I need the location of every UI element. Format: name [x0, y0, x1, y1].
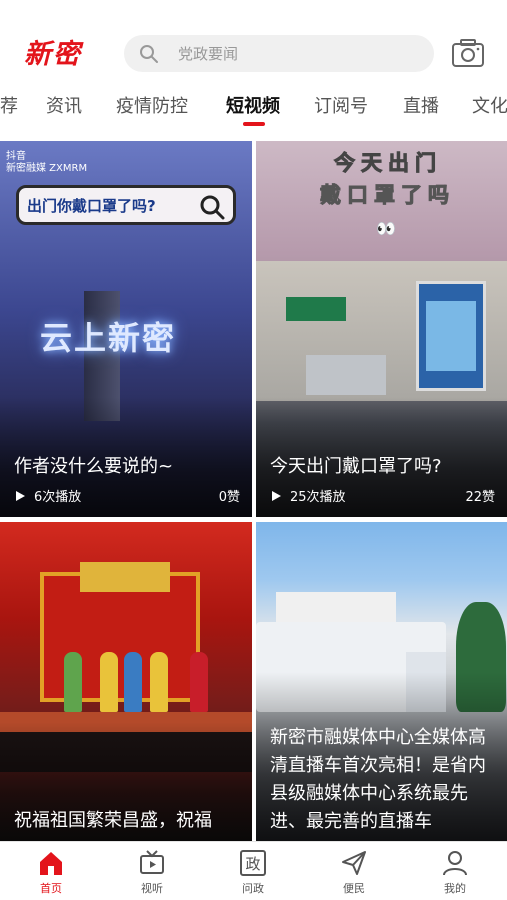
nav-watch[interactable]: 视听 — [122, 848, 182, 896]
channel-tabs: 荐 资讯 疫情防控 短视频 订阅号 直播 文化 — [0, 88, 507, 130]
thumbnail-caption: 出门你戴口罩了吗? — [27, 196, 156, 215]
play-count-group: 25次播放 — [270, 486, 346, 505]
thumbnail-performer — [150, 652, 168, 712]
thumbnail-booth-screen — [426, 301, 476, 371]
video-meta: 6次播放 0赞 — [14, 486, 240, 505]
play-icon — [272, 490, 281, 501]
video-title: 祝福祖国繁荣昌盛，祝福 — [14, 810, 212, 831]
video-card[interactable]: 今天出门 戴口罩了吗 👀 今天出门戴口罩了吗? 25次播放 22赞 — [256, 141, 507, 517]
thumbnail-performer — [190, 652, 208, 712]
tv-icon — [122, 848, 182, 878]
thumbnail-caption-line1: 今天出门 — [334, 151, 442, 176]
like-count: 0赞 — [218, 490, 240, 505]
video-grid: 抖音 新密融媒 ZXMRM 出门你戴口罩了吗? 云上新密 作者没什么要说的~ 6次… — [0, 141, 507, 842]
video-meta: 25次播放 22赞 — [270, 486, 495, 505]
thumbnail-sign — [286, 297, 346, 321]
play-icon — [16, 490, 25, 501]
nav-profile[interactable]: 我的 — [425, 848, 485, 896]
nav-label: 问政 — [242, 882, 264, 895]
nav-label: 首页 — [40, 882, 62, 895]
like-count: 22赞 — [465, 490, 495, 505]
zheng-icon: 政 — [223, 848, 283, 878]
tab-recommend[interactable]: 荐 — [0, 92, 18, 118]
play-count-group: 6次播放 — [14, 486, 81, 505]
nav-label: 便民 — [343, 882, 365, 895]
search-placeholder: 党政要闻 — [178, 45, 239, 63]
user-icon — [425, 848, 485, 878]
tab-subscriptions[interactable]: 订阅号 — [314, 92, 368, 118]
tab-short-video[interactable]: 短视频 — [226, 92, 280, 118]
magnifier-icon — [199, 194, 225, 224]
video-card[interactable]: 新密市融媒体中心全媒体高清直播车首次亮相！是省内县级融媒体中心系统最先进、最完善… — [256, 522, 507, 842]
search-bar[interactable]: 党政要闻 — [124, 35, 434, 72]
active-tab-indicator — [243, 122, 265, 126]
nav-home[interactable]: 首页 — [21, 848, 81, 896]
video-title: 新密市融媒体中心全媒体高清直播车首次亮相！是省内县级融媒体中心系统最先进、最完善… — [270, 727, 486, 832]
thumbnail-searchbox: 出门你戴口罩了吗? — [16, 185, 236, 225]
nav-label: 我的 — [444, 882, 466, 895]
tab-live[interactable]: 直播 — [403, 92, 439, 118]
home-icon — [21, 848, 81, 878]
video-card[interactable]: 抖音 新密融媒 ZXMRM 出门你戴口罩了吗? 云上新密 作者没什么要说的~ 6次… — [0, 141, 252, 517]
thumbnail-bin — [306, 355, 386, 395]
thumbnail-performer — [124, 652, 142, 712]
thumbnail-performer — [64, 652, 82, 712]
app-logo[interactable]: 新密 — [24, 32, 82, 71]
play-count: 25次播放 — [290, 490, 346, 505]
header: 新密 党政要闻 — [0, 0, 507, 88]
bottom-nav: 首页 视听 政 问政 便民 我的 — [0, 841, 507, 900]
play-count: 6次播放 — [34, 490, 82, 505]
nav-services[interactable]: 便民 — [324, 848, 384, 896]
camera-icon[interactable] — [451, 38, 485, 68]
tab-news[interactable]: 资讯 — [46, 92, 82, 118]
search-icon — [130, 44, 168, 64]
tab-epidemic[interactable]: 疫情防控 — [116, 92, 188, 118]
eyes-emoji: 👀 — [376, 219, 396, 238]
nav-politics[interactable]: 政 问政 — [223, 848, 283, 896]
thumbnail-neon-text: 云上新密 — [40, 319, 177, 357]
video-card[interactable]: 祝福祖国繁荣昌盛，祝福 — [0, 522, 252, 842]
thumbnail-performer — [100, 652, 118, 712]
video-title: 作者没什么要说的~ — [14, 456, 174, 477]
svg-text:政: 政 — [245, 855, 260, 873]
brand-watermark: 抖音 新密融媒 ZXMRM — [6, 151, 88, 174]
nav-label: 视听 — [141, 882, 163, 895]
video-title: 今天出门戴口罩了吗? — [270, 456, 442, 477]
tab-culture[interactable]: 文化 — [472, 92, 507, 118]
thumbnail-caption-line2: 戴口罩了吗 — [320, 183, 455, 208]
send-icon — [324, 848, 384, 878]
thumbnail-stage-sign — [80, 562, 170, 592]
